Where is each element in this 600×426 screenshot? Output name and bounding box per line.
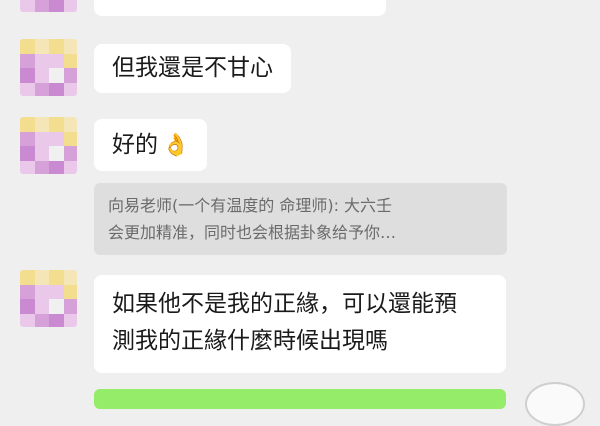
avatar-pixel [63,284,77,300]
avatar-pixel [49,299,64,314]
avatar-pixel [49,39,64,54]
ok-hand-icon: 👌 [162,133,190,158]
outgoing-message-bubble[interactable] [94,389,506,409]
avatar-pixel [34,117,50,132]
quote-line: 会更加精准，同时也会根据卦象给予你… [108,223,397,242]
avatar-pixel [63,53,77,69]
avatar[interactable] [20,270,77,327]
avatar-pixel [20,68,35,83]
avatar-pixel [34,82,50,96]
avatar-pixel [20,82,35,96]
quote-line: 向易老师(一个有温度的 命理师): 大六壬 [108,196,393,215]
avatar[interactable] [20,117,77,174]
avatar-pixel [34,284,50,300]
avatar-pixel [20,131,35,147]
avatar-pixel [63,299,77,314]
avatar-pixel [34,160,50,174]
avatar-pixel [49,270,64,285]
avatar-pixel [63,270,77,285]
avatar-pixel [34,68,50,83]
watermark-stamp [525,382,585,426]
avatar[interactable] [20,39,77,96]
avatar-pixel [49,68,64,83]
avatar-pixel [49,117,64,132]
avatar-pixel [63,146,77,161]
avatar-pixel [34,53,50,69]
message-text: 好的 [112,132,158,158]
chat-window: 但我還是不甘心 好的 👌 向易老师(一个有温度的 命理师): 大六壬 会更加精准，… [0,0,600,426]
avatar[interactable] [20,0,77,12]
avatar-pixel [34,313,50,327]
avatar-pixel [20,39,35,54]
avatar-pixel [20,53,35,69]
avatar-pixel [20,0,35,12]
avatar-pixel [34,0,50,12]
avatar-pixel [34,131,50,147]
avatar-pixel [34,299,50,314]
avatar-pixel [63,131,77,147]
avatar-pixel [63,39,77,54]
avatar-pixel [20,160,35,174]
avatar-pixel [49,131,64,147]
message-bubble-partial[interactable] [94,0,386,16]
avatar-pixel [34,270,50,285]
avatar-pixel [49,53,64,69]
message-text-line: 測我的正緣什麼時候出現嗎 [112,328,388,354]
avatar-pixel [49,82,64,96]
avatar-pixel [20,117,35,132]
avatar-pixel [34,146,50,161]
avatar-pixel [63,82,77,96]
quoted-message[interactable]: 向易老师(一个有温度的 命理师): 大六壬 会更加精准，同时也会根据卦象给予你… [94,183,507,255]
avatar-pixel [34,39,50,54]
avatar-pixel [49,284,64,300]
avatar-pixel [63,313,77,327]
message-bubble[interactable]: 但我還是不甘心 [94,44,291,93]
message-bubble[interactable]: 好的 👌 [94,119,208,171]
avatar-pixel [20,284,35,300]
message-text-line: 如果他不是我的正緣，可以還能預 [112,291,457,317]
avatar-pixel [49,160,64,174]
avatar-pixel [49,0,64,12]
message-bubble[interactable]: 如果他不是我的正緣，可以還能預 測我的正緣什麼時候出現嗎 [94,275,506,373]
avatar-pixel [63,0,77,12]
avatar-pixel [20,270,35,285]
avatar-pixel [49,146,64,161]
avatar-pixel [20,313,35,327]
avatar-pixel [49,313,64,327]
avatar-pixel [63,68,77,83]
avatar-pixel [63,117,77,132]
message-text: 但我還是不甘心 [112,55,273,81]
avatar-pixel [20,299,35,314]
avatar-pixel [63,160,77,174]
avatar-pixel [20,146,35,161]
